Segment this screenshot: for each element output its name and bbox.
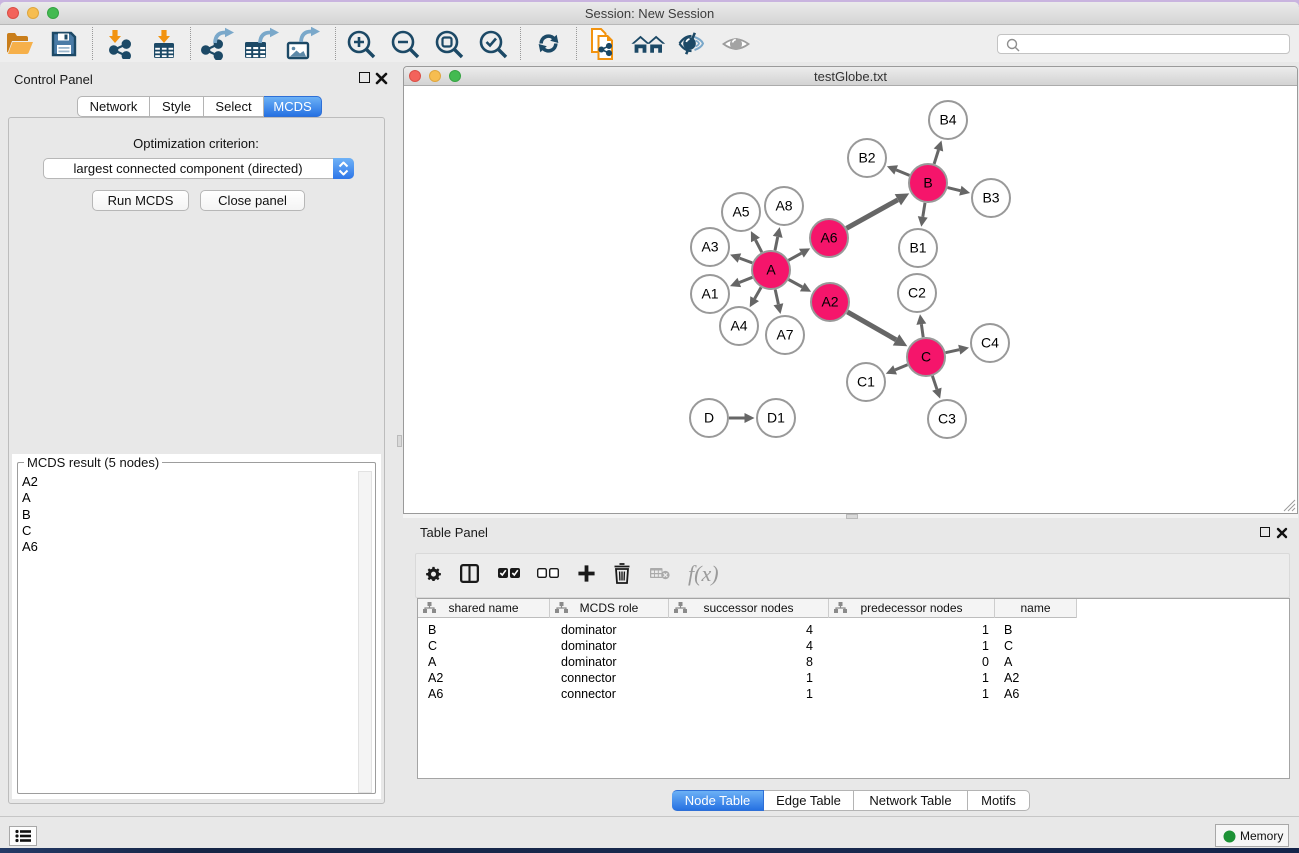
svg-text:D: D bbox=[704, 410, 714, 426]
svg-text:A: A bbox=[766, 262, 776, 278]
svg-text:A7: A7 bbox=[776, 327, 793, 343]
svg-text:C: C bbox=[921, 349, 931, 365]
svg-text:C4: C4 bbox=[981, 335, 999, 351]
svg-text:B3: B3 bbox=[982, 190, 999, 206]
svg-text:B4: B4 bbox=[939, 112, 956, 128]
svg-text:C1: C1 bbox=[857, 374, 875, 390]
svg-text:A4: A4 bbox=[730, 318, 747, 334]
svg-text:A6: A6 bbox=[820, 230, 837, 246]
svg-text:A2: A2 bbox=[821, 294, 838, 310]
svg-text:D1: D1 bbox=[767, 410, 785, 426]
svg-text:A5: A5 bbox=[732, 204, 749, 220]
svg-text:C2: C2 bbox=[908, 285, 926, 301]
svg-text:A8: A8 bbox=[775, 198, 792, 214]
svg-text:C3: C3 bbox=[938, 411, 956, 427]
svg-text:B: B bbox=[923, 175, 932, 191]
svg-text:A3: A3 bbox=[701, 239, 718, 255]
svg-text:A1: A1 bbox=[701, 286, 718, 302]
svg-text:B1: B1 bbox=[909, 240, 926, 256]
svg-text:B2: B2 bbox=[858, 150, 875, 166]
